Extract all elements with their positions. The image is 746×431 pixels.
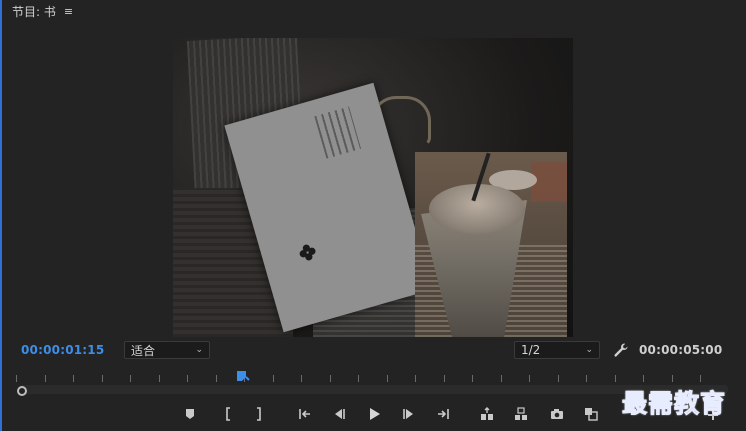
ruler-tick (44, 375, 46, 382)
wrench-icon[interactable] (613, 342, 629, 358)
duration-timecode: 00:00:05:00 (639, 343, 723, 357)
go-to-out-icon (438, 409, 449, 419)
ruler-tick (643, 375, 644, 382)
ruler-tick (73, 375, 74, 382)
panel-header: 节目: 书 ≡ (12, 3, 73, 19)
ruler-tick (472, 375, 473, 382)
playback-resolution-value: 1/2 (521, 343, 541, 357)
playback-resolution-select[interactable]: 1/2 ⌄ (514, 341, 600, 359)
lift-button[interactable] (477, 403, 497, 425)
go-to-in-button[interactable] (295, 403, 315, 425)
mark-out-icon (257, 407, 261, 421)
book-title-block (314, 106, 362, 159)
step-forward-button[interactable] (399, 403, 419, 425)
step-forward-icon (403, 409, 413, 419)
time-ruler[interactable] (16, 371, 728, 385)
ruler-tick (500, 375, 502, 382)
preview-cable (371, 96, 431, 146)
ruler-tick (158, 375, 160, 382)
mark-out-button[interactable] (249, 403, 269, 425)
go-to-in-icon (299, 409, 310, 419)
ruler-tick (586, 375, 587, 382)
ruler-tick (187, 375, 188, 382)
ruler-tick (386, 375, 388, 382)
ruler-tick (301, 375, 302, 382)
ruler-tick (329, 375, 331, 382)
ruler-tick (671, 375, 673, 382)
ruler-tick (443, 375, 445, 382)
ruler-tick (16, 375, 17, 382)
zoom-level-select[interactable]: 适合 ⌄ (124, 341, 210, 359)
mark-in-button[interactable] (218, 403, 238, 425)
program-monitor-panel: 节目: 书 ≡ 00:00:01:15 适合 ⌄ 1/2 ⌄ 00:00:05:… (0, 0, 746, 431)
marker-icon (186, 409, 194, 419)
ruler-tick (215, 375, 217, 382)
ruler-tick (272, 375, 274, 382)
zoom-scrollbar-handle[interactable] (17, 386, 27, 396)
watermark-logo: 最需教育 (621, 389, 727, 419)
ruler-tick (700, 375, 701, 382)
ruler-tick (358, 375, 359, 382)
play-icon (370, 408, 380, 420)
add-marker-button[interactable] (180, 403, 200, 425)
preview-inset-image (415, 152, 567, 337)
step-back-button[interactable] (329, 403, 349, 425)
video-preview[interactable] (173, 38, 573, 337)
chevron-down-icon: ⌄ (585, 345, 593, 355)
go-to-out-button[interactable] (433, 403, 453, 425)
hamburger-icon[interactable]: ≡ (64, 5, 73, 18)
zoom-level-value: 适合 (131, 343, 156, 358)
extract-icon (515, 407, 527, 420)
export-frame-button[interactable] (547, 403, 567, 425)
ruler-tick (557, 375, 559, 382)
panel-title[interactable]: 节目: 书 (12, 3, 56, 20)
ruler-tick (130, 375, 131, 382)
play-button[interactable] (364, 403, 384, 425)
ruler-tick (415, 375, 416, 382)
flower-icon (299, 244, 316, 261)
ruler-tick (614, 375, 616, 382)
mark-in-icon (226, 407, 230, 421)
ruler-tick (529, 375, 530, 382)
ruler-tick (101, 375, 103, 382)
current-timecode[interactable]: 00:00:01:15 (21, 343, 104, 357)
playhead-icon[interactable] (236, 370, 250, 384)
extract-button[interactable] (511, 403, 531, 425)
chevron-down-icon: ⌄ (195, 345, 203, 355)
compare-icon (585, 408, 598, 421)
step-back-icon (335, 409, 345, 419)
lift-icon (481, 407, 493, 420)
compare-view-button[interactable] (581, 403, 601, 425)
camera-icon (551, 409, 563, 419)
